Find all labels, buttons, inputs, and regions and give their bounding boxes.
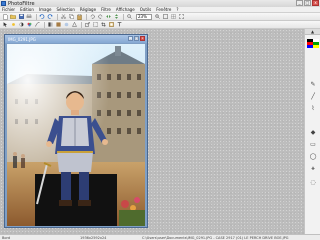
- magic-wand-icon[interactable]: ⚹: [308, 165, 318, 173]
- saturation-icon[interactable]: [26, 22, 32, 28]
- fit-window-icon[interactable]: [162, 14, 168, 20]
- menu-affichage[interactable]: Affichage: [116, 7, 135, 12]
- open-folder-icon[interactable]: [10, 14, 16, 20]
- copy-icon[interactable]: [68, 14, 74, 20]
- crop-icon[interactable]: [100, 22, 106, 28]
- filter-toolbar: [0, 21, 320, 29]
- status-position: Bord: [2, 235, 11, 240]
- menu-fichier[interactable]: Fichier: [2, 7, 15, 12]
- menu-outils[interactable]: Outils: [140, 7, 152, 12]
- toolbar-divider: [57, 13, 58, 20]
- menu-fenetre[interactable]: Fenêtre: [156, 7, 171, 12]
- document-window[interactable]: IMG_0291.JPG _ □ x: [4, 34, 148, 228]
- line-icon[interactable]: ╱: [308, 93, 318, 101]
- rotate-left-icon[interactable]: [89, 14, 95, 20]
- document-controls: _ □ x: [128, 36, 145, 41]
- toolbar-divider: [44, 21, 45, 28]
- pencil-icon[interactable]: ✎: [308, 81, 318, 89]
- maximize-button[interactable]: □: [304, 0, 311, 6]
- grayscale-icon[interactable]: [47, 22, 53, 28]
- save-icon[interactable]: [18, 14, 24, 20]
- app-icon: [1, 1, 6, 6]
- close-button[interactable]: x: [312, 0, 319, 6]
- menu-edition[interactable]: Edition: [20, 7, 34, 12]
- rectangle-icon[interactable]: ▭: [308, 141, 318, 149]
- color-swatches: [307, 39, 319, 57]
- title-bar: PhotoFiltre _ □ x: [0, 0, 320, 7]
- ellipse-icon[interactable]: ◯: [308, 153, 318, 161]
- minimize-button[interactable]: _: [296, 0, 303, 6]
- undo-icon[interactable]: [39, 14, 45, 20]
- new-file-icon[interactable]: [2, 13, 8, 20]
- document-close-button[interactable]: x: [140, 36, 145, 41]
- grid-icon[interactable]: [170, 14, 176, 20]
- status-image-size: 1936x2592x24: [80, 235, 107, 240]
- palette-header[interactable]: ▲: [305, 29, 320, 35]
- color-swatch[interactable]: [313, 45, 319, 48]
- select-icon[interactable]: [2, 22, 8, 28]
- redo-icon[interactable]: [47, 14, 53, 20]
- gamma-icon[interactable]: [34, 22, 40, 28]
- contrast-icon[interactable]: [18, 22, 24, 28]
- document-title: IMG_0291.JPG: [8, 36, 36, 42]
- zoom-out-icon[interactable]: [126, 14, 132, 20]
- toolbar-divider: [86, 13, 87, 20]
- zoom-level-field[interactable]: 23%: [136, 13, 152, 20]
- paste-icon[interactable]: [76, 13, 82, 20]
- toolbar-divider: [81, 21, 82, 28]
- brightness-icon[interactable]: [10, 22, 16, 28]
- menu-reglage[interactable]: Réglage: [80, 7, 96, 12]
- photo-image: [7, 44, 145, 226]
- text-tool-icon[interactable]: [116, 22, 122, 28]
- resize-image-icon[interactable]: [84, 22, 90, 28]
- zoom-in-icon[interactable]: [154, 14, 160, 20]
- document-maximize-button[interactable]: □: [134, 36, 139, 41]
- document-minimize-button[interactable]: _: [128, 36, 133, 41]
- canvas-size-icon[interactable]: [92, 22, 98, 28]
- toolbar-divider: [36, 13, 37, 20]
- blur-brush-icon[interactable]: ◌: [308, 179, 318, 187]
- tool-palette: ▲ ✎ ╱ ⌇ ◆ ▭ ◯ ⚹ ◌: [304, 29, 320, 234]
- sepia-icon[interactable]: [55, 22, 61, 28]
- toolbar-divider: [123, 13, 124, 20]
- main-toolbar: 23%: [0, 13, 320, 21]
- sharpen-icon[interactable]: [71, 22, 77, 28]
- menu-selection[interactable]: Sélection: [56, 7, 74, 12]
- fullscreen-icon[interactable]: [178, 14, 184, 20]
- bucket-icon[interactable]: ◆: [308, 129, 318, 137]
- document-title-bar[interactable]: IMG_0291.JPG: [5, 35, 147, 43]
- window-controls: _ □ x: [296, 0, 319, 6]
- menu-image[interactable]: Image: [39, 7, 52, 12]
- image-canvas[interactable]: [7, 44, 145, 226]
- frame-icon[interactable]: [108, 22, 114, 28]
- menu-filtre[interactable]: Filtre: [101, 7, 111, 12]
- flip-vertical-icon[interactable]: [113, 14, 119, 20]
- status-bar: Bord 1936x2592x24 C:\Users\user\Document…: [0, 234, 320, 240]
- cut-icon[interactable]: [60, 14, 66, 20]
- rotate-right-icon[interactable]: [97, 14, 103, 20]
- flip-horizontal-icon[interactable]: [105, 14, 111, 20]
- print-icon[interactable]: [26, 14, 32, 20]
- status-file-path: C:\Users\user\Documents\IMG_0291.JPG - C…: [142, 235, 289, 240]
- app-title: PhotoFiltre: [8, 0, 35, 7]
- brush-icon[interactable]: ⌇: [308, 105, 318, 113]
- blur-icon[interactable]: [63, 22, 69, 28]
- menu-help[interactable]: ?: [176, 7, 178, 12]
